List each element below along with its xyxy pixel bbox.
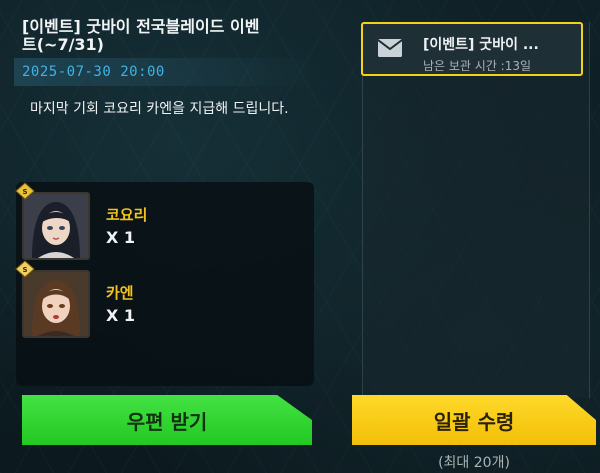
mail-item-retention: 남은 보관 시간 :13일 bbox=[423, 59, 532, 73]
reward-name: 카엔 bbox=[106, 284, 134, 302]
mail-list-panel[interactable] bbox=[362, 22, 590, 398]
receive-all-button[interactable]: 일괄 수령 bbox=[352, 395, 596, 445]
mail-item-title: [이벤트] 굿바이 ... bbox=[423, 37, 539, 53]
envelope-icon bbox=[377, 39, 403, 57]
mail-detail-title: [이벤트] 굿바이 전국블레이드 이벤트(~7/31) bbox=[22, 17, 260, 54]
reward-item: S 카엔 X 1 bbox=[15, 260, 306, 338]
receive-all-limit: (최대 20개) bbox=[438, 455, 510, 471]
svg-text:S: S bbox=[22, 266, 27, 274]
reward-name: 코요리 bbox=[106, 206, 148, 224]
rank-badge-icon: S bbox=[15, 260, 35, 278]
mail-detail-body: 마지막 기회 코요리 카엔을 지급해 드립니다. bbox=[30, 101, 289, 117]
character-portrait-icon bbox=[22, 192, 90, 260]
reward-item: S 코요리 X 1 bbox=[15, 182, 306, 260]
character-portrait-icon bbox=[22, 270, 90, 338]
reward-list: S 코요리 X 1 S 카엔 X 1 bbox=[15, 182, 314, 386]
svg-text:S: S bbox=[22, 188, 27, 196]
rank-badge-icon: S bbox=[15, 182, 35, 200]
mail-detail-date: 2025-07-30 20:00 bbox=[22, 64, 165, 80]
reward-quantity: X 1 bbox=[106, 228, 136, 247]
mail-list-item[interactable]: [이벤트] 굿바이 ... 남은 보관 시간 :13일 bbox=[361, 22, 583, 76]
reward-quantity: X 1 bbox=[106, 306, 136, 325]
receive-mail-button[interactable]: 우편 받기 bbox=[22, 395, 312, 445]
